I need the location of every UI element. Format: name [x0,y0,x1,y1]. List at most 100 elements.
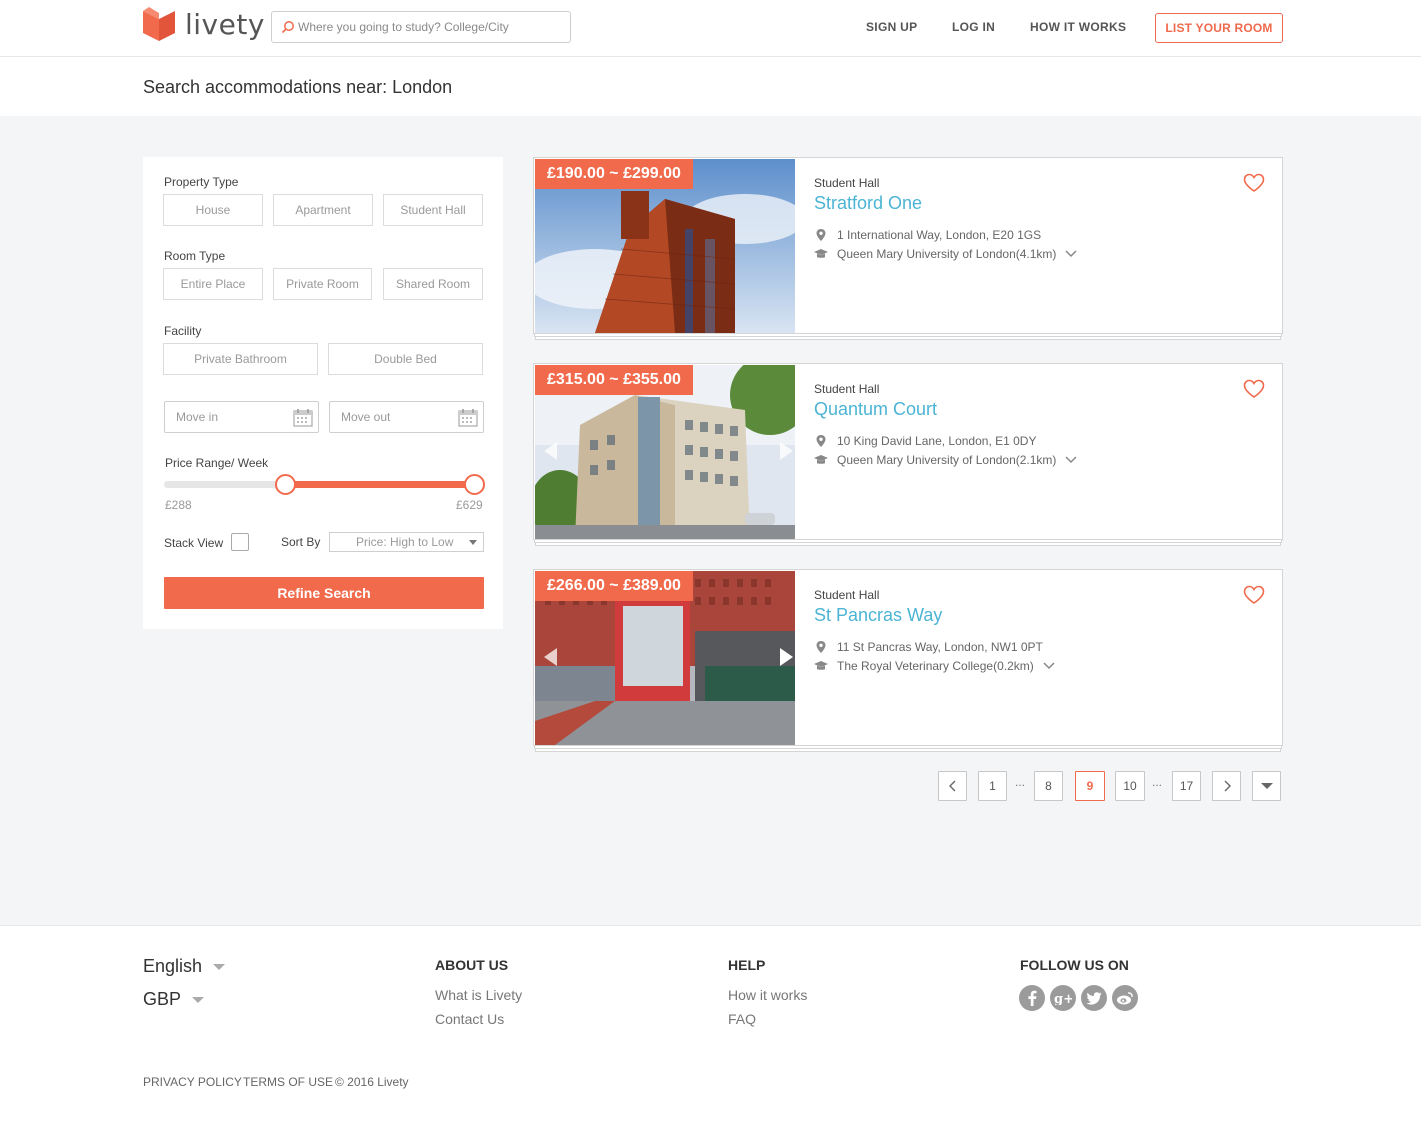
pagination-page-last[interactable]: 17 [1172,771,1201,801]
pagination-page-first[interactable]: 1 [978,771,1007,801]
pagination-next-button[interactable] [1212,771,1241,801]
google-plus-icon[interactable]: g+ [1050,985,1076,1011]
listing-card[interactable]: £190.00 ~ £299.00 Student Hall Stratford… [533,157,1283,340]
room-type-label: Room Type [164,249,226,263]
search-icon [281,21,294,34]
facility-label: Facility [164,324,202,338]
move-out-input[interactable]: Move out [329,401,484,433]
sort-by-value: Price: High to Low [356,535,454,549]
privacy-policy-link[interactable]: PRIVACY POLICY [143,1075,242,1089]
listing-card-body[interactable]: £315.00 ~ £355.00 Student Hall Quantum C… [533,363,1283,540]
graduation-cap-icon [814,455,828,464]
follow-us-heading: FOLLOW US ON [1020,957,1129,973]
university-text: Queen Mary University of London(2.1km) [837,453,1057,467]
calendar-icon [458,409,478,427]
listing-card[interactable]: £315.00 ~ £355.00 Student Hall Quantum C… [533,363,1283,546]
how-it-works-link[interactable]: HOW IT WORKS [1030,20,1126,34]
what-is-livety-link[interactable]: What is Livety [435,987,522,1003]
facility-private-bathroom[interactable]: Private Bathroom [163,343,318,375]
address-text: 11 St Pancras Way, London, NW1 0PT [837,640,1043,654]
university-row[interactable]: Queen Mary University of London(2.1km) [814,453,1077,467]
facebook-icon[interactable] [1019,985,1045,1011]
help-heading: HELP [728,957,766,973]
room-type-entire-place[interactable]: Entire Place [163,268,263,300]
room-type-shared-room[interactable]: Shared Room [383,268,483,300]
favorite-heart-icon[interactable] [1243,585,1265,605]
favorite-heart-icon[interactable] [1243,379,1265,399]
listing-card-body[interactable]: £266.00 ~ £389.00 Student Hall St Pancra… [533,569,1283,746]
language-value: English [143,956,203,976]
listing-card[interactable]: £266.00 ~ £389.00 Student Hall St Pancra… [533,569,1283,752]
terms-of-use-link[interactable]: TERMS OF USE [243,1075,333,1089]
how-it-works-footer-link[interactable]: How it works [728,987,807,1003]
facility-double-bed[interactable]: Double Bed [328,343,483,375]
price-slider-max-handle[interactable] [463,474,485,495]
logo[interactable]: livety [143,7,265,41]
pagination-prev-button[interactable] [938,771,967,801]
list-your-room-button[interactable]: LIST YOUR ROOM [1155,13,1283,43]
language-selector[interactable]: English [143,956,226,977]
graduation-cap-icon [814,661,828,670]
stack-view-checkbox[interactable] [231,533,249,551]
listing-card-body[interactable]: £190.00 ~ £299.00 Student Hall Stratford… [533,157,1283,334]
pagination-ellipsis: ... [1015,775,1026,789]
property-type-house[interactable]: House [163,194,263,226]
faq-link[interactable]: FAQ [728,1011,756,1027]
property-type-student-hall[interactable]: Student Hall [383,194,483,226]
address-text: 10 King David Lane, London, E1 0DY [837,434,1037,448]
chevron-down-icon[interactable] [1065,456,1077,464]
signup-link[interactable]: SIGN UP [866,20,917,34]
graduation-cap-icon [814,249,828,258]
university-row[interactable]: Queen Mary University of London(4.1km) [814,247,1077,261]
svg-text:g+: g+ [1054,992,1072,1005]
previous-photo-icon[interactable] [544,648,557,666]
login-link[interactable]: LOG IN [952,20,995,34]
about-us-heading: ABOUT US [435,957,509,973]
twitter-icon[interactable] [1081,985,1107,1011]
pagination-page-current[interactable]: 9 [1075,771,1105,801]
move-in-input[interactable]: Move in [164,401,319,433]
address-text: 1 International Way, London, E20 1GS [837,228,1042,242]
contact-us-link[interactable]: Contact Us [435,1011,504,1027]
property-type: Student Hall [814,176,880,190]
price-slider-min-handle[interactable] [275,474,297,495]
site-header: livety SIGN UP LOG IN HOW IT WORKS LIST … [0,0,1421,57]
price-slider-fill [285,481,475,488]
price-max-label: £629 [456,498,483,512]
pagination-page-next[interactable]: 10 [1115,771,1145,801]
pagination-dropdown-button[interactable] [1252,771,1281,801]
sort-by-label: Sort By [281,535,321,549]
chevron-down-icon[interactable] [1065,250,1077,258]
room-type-private-room[interactable]: Private Room [273,268,372,300]
search-box[interactable] [271,11,571,43]
location-pin-icon [816,641,826,653]
sort-by-select[interactable]: Price: High to Low [329,532,484,552]
property-name-link[interactable]: Stratford One [814,193,922,214]
stack-view-label: Stack View [164,536,224,550]
price-tag: £315.00 ~ £355.00 [535,365,693,395]
pagination-page-prev[interactable]: 8 [1034,771,1063,801]
location-pin-icon [816,229,826,241]
refine-search-button[interactable]: Refine Search [164,577,484,609]
logo-icon [143,7,175,41]
property-name-link[interactable]: St Pancras Way [814,605,942,626]
search-input[interactable] [298,20,558,34]
price-min-label: £288 [165,498,192,512]
property-type-apartment[interactable]: Apartment [273,194,373,226]
currency-value: GBP [143,989,182,1009]
chevron-down-icon[interactable] [1043,662,1055,670]
calendar-icon [293,409,313,427]
weibo-icon[interactable] [1112,985,1138,1011]
previous-photo-icon[interactable] [544,442,557,460]
price-slider[interactable] [164,474,485,495]
next-photo-icon[interactable] [780,442,793,460]
currency-selector[interactable]: GBP [143,989,205,1010]
property-name-link[interactable]: Quantum Court [814,399,937,420]
title-bar: Search accommodations near: London [0,57,1421,116]
site-footer [0,925,1421,1124]
university-row[interactable]: The Royal Veterinary College(0.2km) [814,659,1055,673]
pagination-ellipsis: ... [1152,775,1163,789]
favorite-heart-icon[interactable] [1243,173,1265,193]
next-photo-icon[interactable] [780,648,793,666]
price-range-label: Price Range/ Week [165,456,269,470]
